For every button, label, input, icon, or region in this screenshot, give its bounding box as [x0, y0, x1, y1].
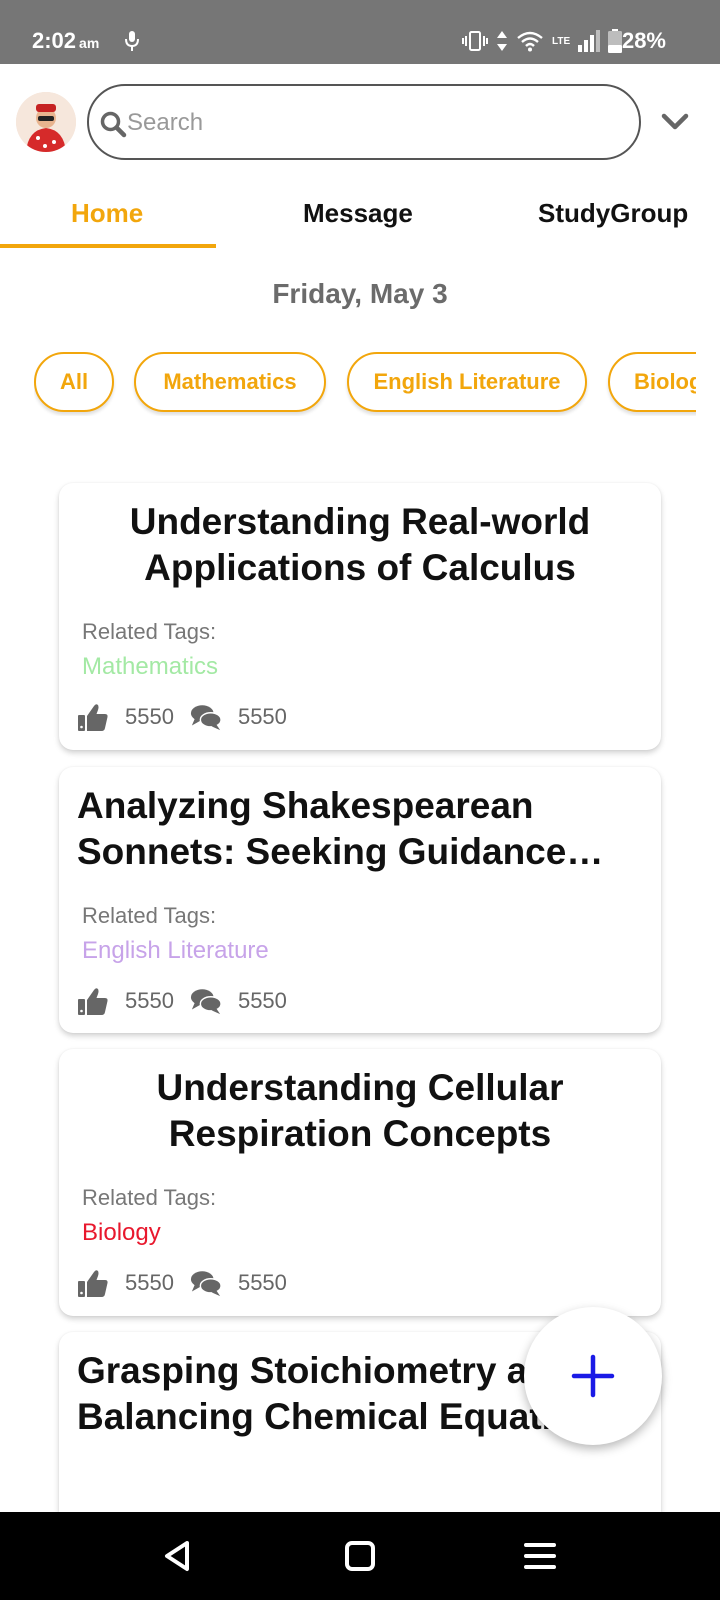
- date-heading: Friday, May 3: [272, 278, 448, 309]
- filter-chip-biology[interactable]: Biology: [608, 352, 696, 412]
- home-icon[interactable]: [340, 1536, 380, 1576]
- menu-icon[interactable]: [520, 1536, 560, 1576]
- status-time-ampm: am: [79, 35, 100, 51]
- search-bar[interactable]: [87, 84, 641, 160]
- like-count: 5550: [125, 988, 174, 1013]
- comment-count: 5550: [237, 988, 287, 1013]
- post-title: Understanding Real-world Applications of…: [129, 501, 591, 588]
- back-icon[interactable]: [158, 1536, 198, 1576]
- status-time-value: 2:02: [32, 28, 77, 53]
- chevron-down-icon[interactable]: [660, 112, 690, 132]
- tab-home[interactable]: Home: [71, 198, 143, 229]
- microphone-icon: [125, 31, 139, 51]
- active-tab-indicator: [0, 244, 216, 248]
- comments-icon[interactable]: [190, 702, 222, 732]
- tab-studygroup[interactable]: StudyGroup: [538, 198, 688, 229]
- related-tags-label: Related Tags:: [82, 619, 217, 644]
- network-type: LTE: [552, 35, 571, 47]
- post-stats: 5550 5550: [77, 986, 303, 1016]
- post-card[interactable]: Understanding Cellular Respiration Conce…: [59, 1049, 661, 1316]
- status-icons: LTE: [462, 28, 623, 54]
- tab-message[interactable]: Message: [303, 198, 413, 229]
- comments-icon[interactable]: [190, 986, 222, 1016]
- related-tags-label: Related Tags:: [82, 903, 217, 928]
- avatar-image: [16, 92, 76, 152]
- status-time: 2:02 am: [32, 28, 99, 54]
- search-icon: [100, 111, 127, 138]
- battery-icon: [608, 29, 623, 53]
- post-stats: 5550 5550: [77, 702, 303, 732]
- like-count: 5550: [125, 1270, 174, 1295]
- vibrate-icon: [462, 31, 488, 51]
- post-tag: Mathematics: [82, 653, 219, 680]
- wifi-icon: [517, 31, 543, 52]
- status-bar: 2:02 am LTE 28%: [0, 0, 720, 64]
- comment-count: 5550: [237, 1270, 287, 1295]
- thumbs-up-icon[interactable]: [77, 986, 109, 1016]
- post-tag: English Literature: [82, 937, 269, 964]
- battery-percentage: 28%: [621, 28, 666, 53]
- plus-icon: [571, 1354, 615, 1398]
- signal-icon: [578, 30, 601, 52]
- post-title: Understanding Cellular Respiration Conce…: [156, 1067, 564, 1154]
- related-tags-label: Related Tags:: [82, 1185, 217, 1210]
- filter-chip-mathematics[interactable]: Mathematics: [134, 352, 326, 412]
- post-title: Analyzing Shakespearean Sonnets: Seeking…: [77, 785, 567, 872]
- thumbs-up-icon[interactable]: [77, 702, 109, 732]
- filter-chip-english-literature[interactable]: English Literature: [347, 352, 587, 412]
- system-nav-bar: [0, 1512, 720, 1600]
- comment-count: 5550: [237, 704, 287, 729]
- filter-chip-all[interactable]: All: [34, 352, 114, 412]
- tab-bar: Home Message StudyGroup: [0, 188, 720, 248]
- post-card[interactable]: Understanding Real-world Applications of…: [59, 483, 661, 750]
- comments-icon[interactable]: [190, 1268, 222, 1298]
- post-tag: Biology: [82, 1219, 161, 1246]
- data-arrows-icon: [497, 31, 507, 51]
- post-card[interactable]: Analyzing Shakespearean Sonnets: Seeking…: [59, 767, 661, 1033]
- like-count: 5550: [125, 704, 174, 729]
- search-input[interactable]: [127, 104, 607, 142]
- post-stats: 5550 5550: [77, 1268, 303, 1298]
- add-post-button[interactable]: [524, 1307, 662, 1445]
- user-avatar[interactable]: [16, 92, 76, 152]
- filter-chips: All Mathematics English Literature Biolo…: [34, 352, 696, 416]
- thumbs-up-icon[interactable]: [77, 1268, 109, 1298]
